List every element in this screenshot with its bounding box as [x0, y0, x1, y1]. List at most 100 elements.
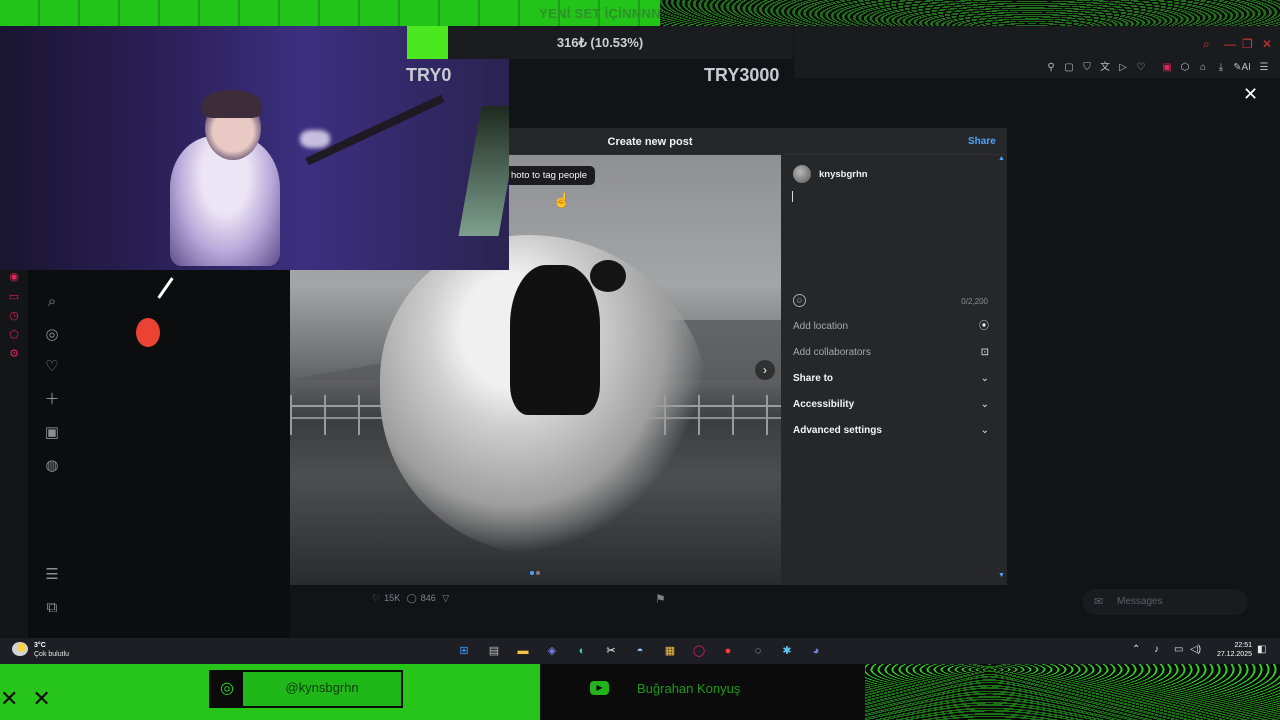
emoji-icon[interactable]: ☺ — [793, 294, 806, 307]
capcut-icon[interactable]: ✂ — [602, 642, 620, 660]
volume-icon[interactable]: ◁) — [1190, 644, 1201, 655]
explore-icon[interactable]: ◎ — [42, 325, 62, 345]
teams-icon[interactable]: ◈ — [543, 642, 561, 660]
steam-icon[interactable]: ◓ — [631, 642, 649, 660]
create-plus-icon[interactable]: ＋ — [42, 390, 62, 410]
carousel-dots — [530, 562, 544, 575]
text-caret — [792, 191, 793, 202]
cam-person-hair — [202, 90, 262, 118]
add-collaborators-row[interactable]: Add collaborators ⊡ — [793, 344, 989, 362]
cube-icon[interactable]: ⬡ — [1178, 61, 1192, 75]
rail-clock-icon[interactable]: ◷ — [7, 309, 21, 323]
caption-input[interactable] — [792, 190, 987, 290]
close-icon[interactable]: ✕ — [1243, 84, 1258, 105]
row-label: Advanced settings — [793, 425, 882, 436]
weather-icon[interactable] — [12, 642, 28, 656]
restore-icon[interactable]: ❐ — [1242, 37, 1253, 51]
heart-icon[interactable]: ♡ — [42, 357, 62, 377]
accessibility-row[interactable]: Accessibility ⌄ — [793, 396, 989, 414]
download-icon[interactable]: ⤓ — [1214, 61, 1228, 75]
extension-badge-icon[interactable]: ▣ — [1160, 61, 1174, 75]
edge-icon[interactable]: ◐ — [573, 642, 591, 660]
translate-icon[interactable]: 文 — [1098, 61, 1112, 75]
obs-icon[interactable]: ● — [719, 642, 737, 660]
youtube-channel-name: Buğrahan Konyuş — [637, 681, 741, 696]
comment-count: 846 — [420, 593, 436, 603]
network-icon[interactable]: ▭ — [1174, 644, 1183, 655]
advanced-settings-row[interactable]: Advanced settings ⌄ — [793, 422, 989, 440]
settings-icon[interactable]: ✱ — [778, 642, 796, 660]
messages-button[interactable]: Messages — [1083, 589, 1248, 615]
scroll-up-arrow[interactable]: ▲ — [998, 155, 1005, 162]
modal-title: Create new post — [607, 136, 693, 148]
location-pin-icon: ⦿ — [979, 321, 989, 332]
microphone-icon[interactable]: ♪ — [1154, 644, 1159, 655]
chevron-down-icon: ⌄ — [980, 399, 989, 410]
play-icon[interactable]: ▷ — [1116, 61, 1130, 75]
dashboard-icon[interactable]: ▣ — [42, 423, 62, 443]
pin-icon[interactable]: ⚲ — [1044, 61, 1058, 75]
row-label: Add collaborators — [793, 347, 871, 358]
whatsapp-icon[interactable]: ◌ — [749, 642, 767, 660]
rail-circle-icon[interactable]: ◉ — [7, 270, 21, 284]
username: knysbgrhn — [819, 169, 868, 180]
weather-desc: Çok bulutlu — [34, 651, 70, 658]
close-window-icon[interactable]: ✕ — [1262, 37, 1272, 51]
minimize-icon[interactable]: — — [1224, 37, 1236, 51]
notification-icon[interactable]: ◧ — [1257, 644, 1266, 655]
share-button[interactable]: Share — [968, 136, 996, 147]
start-icon[interactable]: ⊞ — [455, 642, 473, 660]
search-icon[interactable]: ⌕ — [1203, 37, 1210, 52]
apps-icon[interactable]: ⧉ — [42, 598, 62, 618]
tray-chevron-icon[interactable]: ⌃ — [1132, 644, 1140, 655]
photo-rider — [510, 265, 600, 415]
x-decoration: ✕✕ — [0, 686, 65, 711]
cam-light — [300, 130, 330, 148]
store-icon[interactable]: ▦ — [661, 642, 679, 660]
chevron-down-icon: ⌄ — [980, 425, 989, 436]
lock-icon[interactable]: ⌂ — [1196, 61, 1210, 75]
menu-icon[interactable]: ☰ — [1257, 61, 1271, 75]
messages-icon: ✉ — [1094, 596, 1104, 608]
person-add-icon: ⊡ — [980, 347, 989, 358]
tab-icon[interactable]: ▢ — [1062, 61, 1076, 75]
cam-shelf — [458, 106, 509, 236]
goal-title: YENİ SET İÇİNNNN — [539, 6, 661, 21]
meta-ai-icon[interactable]: ◍ — [42, 456, 62, 476]
rail-settings-icon[interactable]: ⚙ — [7, 347, 21, 361]
clock-date[interactable]: 27.12.2025 — [1210, 651, 1252, 658]
hand-cursor-icon: ☝ — [553, 192, 571, 208]
share-to-row[interactable]: Share to ⌄ — [793, 370, 989, 388]
goal-min-label: TRY0 — [406, 65, 452, 85]
ai-icon[interactable]: ✎AI — [1232, 61, 1252, 75]
like-icon[interactable]: ♡ — [372, 593, 380, 603]
tag-people-tooltip: hoto to tag people — [503, 166, 596, 185]
opera-icon[interactable]: ◯ — [690, 642, 708, 660]
shield-icon[interactable]: ⛉ — [1080, 61, 1094, 75]
heart-outline-icon[interactable]: ♡ — [1134, 61, 1148, 75]
char-counter: 0/2,200 — [961, 297, 988, 306]
youtube-icon: ▶ — [590, 681, 609, 695]
task-view-icon[interactable]: ▤ — [485, 642, 503, 660]
menu-icon[interactable]: ☰ — [42, 565, 62, 585]
search-icon[interactable]: ⌕ — [42, 292, 62, 312]
add-location-row[interactable]: Add location ⦿ — [793, 318, 989, 336]
weather-temp: 3°C — [34, 642, 46, 649]
rail-shape-icon[interactable]: ⬠ — [7, 328, 21, 342]
clock-time[interactable]: 22:51 — [1220, 642, 1252, 649]
instagram-handle: @kynsbgrhn — [285, 680, 359, 695]
avatar — [793, 165, 811, 183]
instagram-icon: ◎ — [211, 672, 243, 706]
send-icon[interactable]: ▽ — [442, 593, 449, 603]
comment-icon[interactable]: ◯ — [407, 593, 417, 603]
next-photo-button[interactable]: › — [755, 360, 775, 380]
row-label: Accessibility — [793, 399, 855, 410]
row-label: Add location — [793, 321, 849, 332]
discord-icon[interactable]: ◕ — [807, 642, 825, 660]
file-explorer-icon[interactable]: ▬ — [514, 642, 532, 660]
red-marker — [136, 318, 160, 347]
scroll-down-arrow[interactable]: ▼ — [998, 572, 1005, 579]
rail-folder-icon[interactable]: ▭ — [7, 290, 21, 304]
bookmark-icon[interactable]: ⚑ — [655, 592, 666, 606]
row-label: Share to — [793, 373, 834, 384]
